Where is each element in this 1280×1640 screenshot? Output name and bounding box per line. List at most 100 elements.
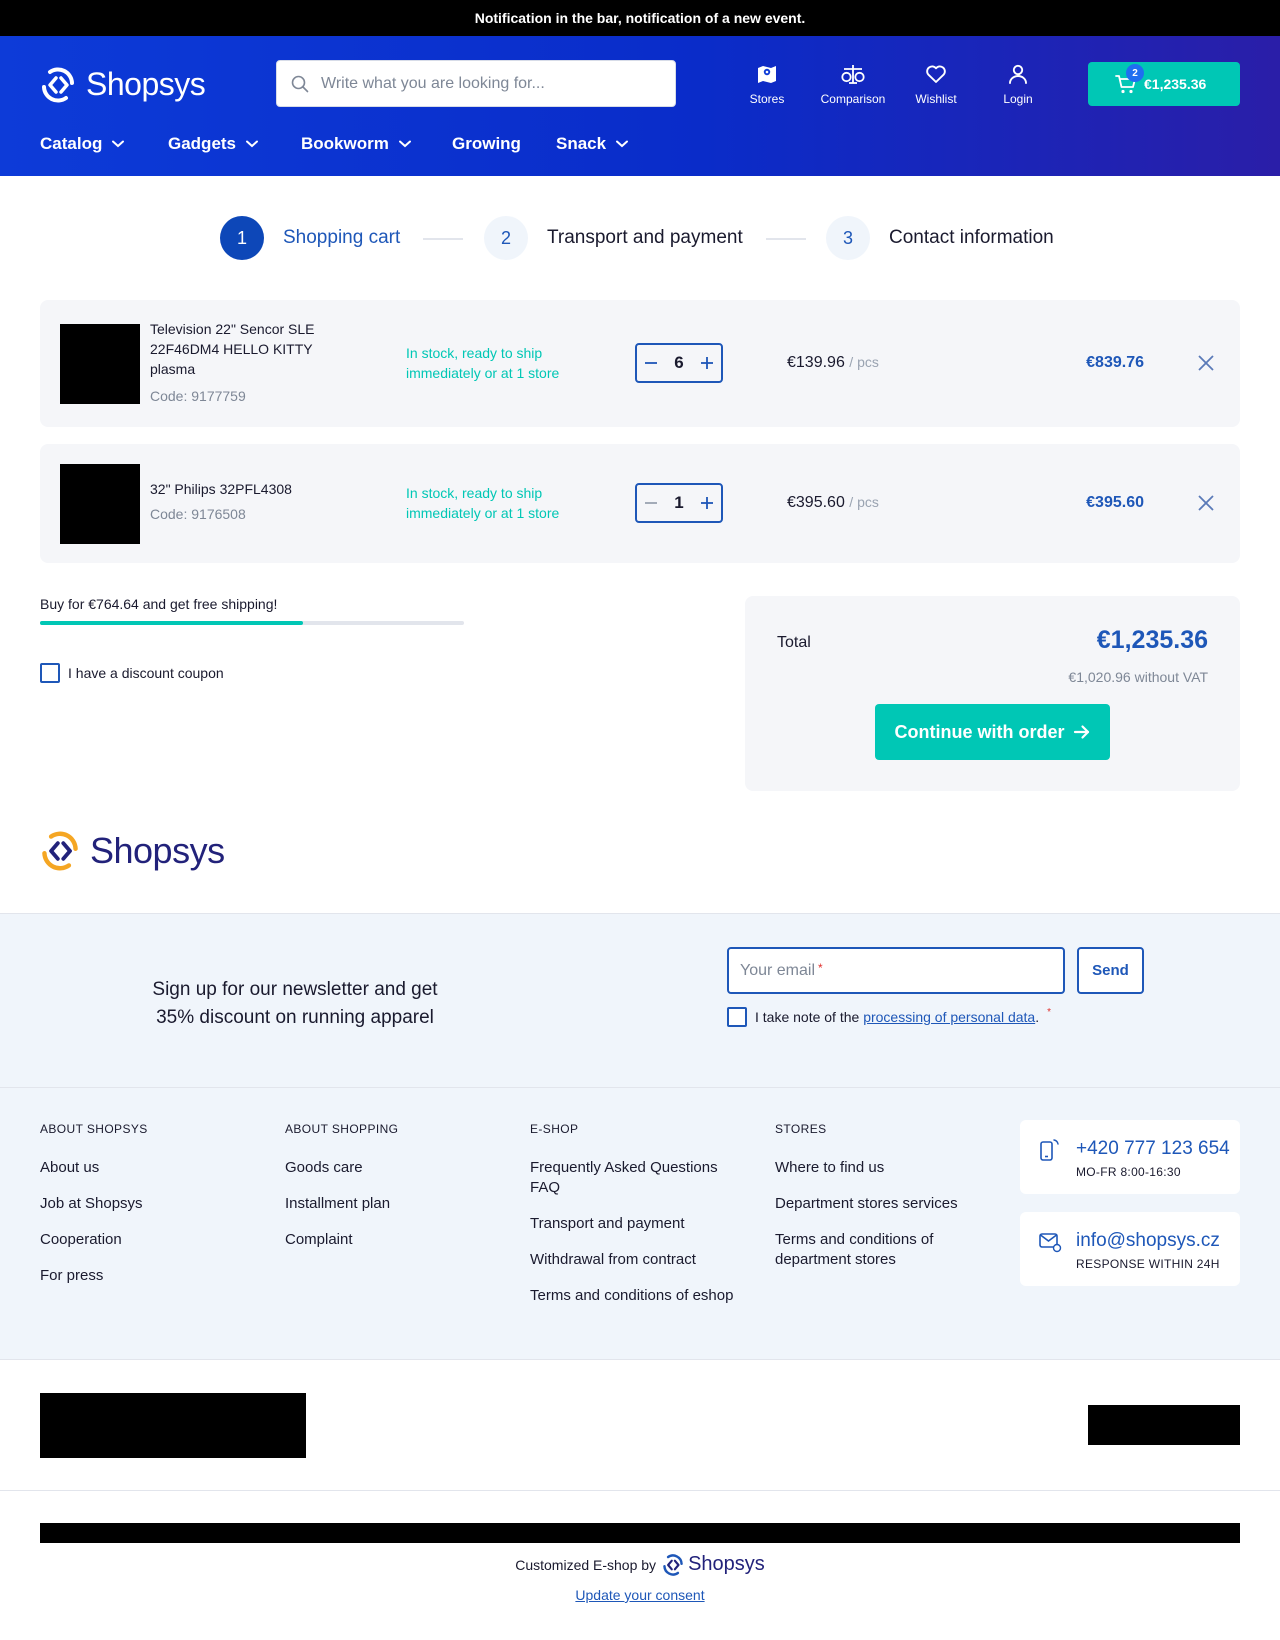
increase-button[interactable] [699, 495, 715, 511]
decrease-button[interactable] [643, 355, 659, 371]
stock-status: In stock, ready to ship immediately or a… [406, 485, 560, 521]
chevron-down-icon [616, 140, 629, 148]
step-3-number[interactable]: 3 [826, 216, 870, 260]
footer-link[interactable]: Terms and conditions of department store… [775, 1230, 985, 1270]
coupon-checkbox[interactable] [40, 663, 60, 683]
email-placeholder: Your email [740, 961, 816, 979]
continue-button[interactable]: Continue with order [875, 704, 1110, 760]
chevron-down-icon [246, 140, 259, 148]
credit-text: Customized E-shop by [515, 1556, 657, 1573]
nav-catalog[interactable]: Catalog [40, 134, 168, 154]
footer-link[interactable]: For press [40, 1266, 255, 1286]
nav-growing[interactable]: Growing [452, 134, 556, 154]
footer-link[interactable]: Where to find us [775, 1158, 985, 1178]
nav-gadgets-label: Gadgets [168, 134, 237, 153]
map-icon [758, 66, 776, 83]
consent-checkbox[interactable] [727, 1007, 747, 1027]
unit-price-value: €139.96 [787, 354, 845, 371]
stores-link[interactable]: Stores [740, 62, 794, 106]
site-header: Shopsys Stores Comparison Wishlist Login… [0, 36, 1280, 176]
total-without-vat: €1,020.96 without VAT [1068, 669, 1208, 685]
quantity-stepper[interactable]: 1 [635, 483, 723, 523]
footer-link[interactable]: Transport and payment [530, 1214, 735, 1234]
shopsys-logo-icon [42, 66, 74, 103]
search-input[interactable] [321, 74, 641, 93]
quantity-value[interactable]: 6 [674, 353, 683, 373]
chevron-down-icon [398, 140, 411, 148]
footer-link[interactable]: Withdrawal from contract [530, 1250, 735, 1270]
nav-bookworm[interactable]: Bookworm [301, 134, 452, 154]
footer-link[interactable]: Job at Shopsys [40, 1194, 255, 1214]
nav-snack[interactable]: Snack [556, 134, 656, 154]
certificate-image [1088, 1405, 1240, 1445]
footer-link[interactable]: Complaint [285, 1230, 500, 1250]
logo[interactable]: Shopsys [40, 66, 206, 103]
footer-link[interactable]: Terms and conditions of eshop [530, 1286, 735, 1306]
footer-link[interactable]: About us [40, 1158, 255, 1178]
increase-button[interactable] [699, 355, 715, 371]
wishlist-label: Wishlist [915, 92, 957, 106]
user-icon [1009, 64, 1027, 84]
login-link[interactable]: Login [993, 62, 1043, 106]
footer-column-shopping: ABOUT SHOPPING Goods care Installment pl… [285, 1122, 500, 1266]
login-label: Login [1003, 92, 1033, 106]
footer-logo[interactable]: Shopsys [40, 830, 225, 872]
nav-gadgets[interactable]: Gadgets [168, 134, 301, 154]
quantity-value[interactable]: 1 [674, 493, 683, 513]
product-name[interactable]: 32" Philips 32PFL4308 [150, 479, 350, 499]
product-image[interactable] [60, 324, 140, 404]
product-code: Code: 9177759 [150, 388, 246, 404]
update-consent-link[interactable]: Update your consent [0, 1587, 1280, 1603]
unit-price: €395.60 / pcs [787, 494, 879, 512]
free-shipping-progress-fill [40, 621, 303, 625]
footer-link[interactable]: Department stores services [775, 1194, 985, 1214]
newsletter-email-field[interactable]: Your email * [727, 947, 1065, 994]
step-divider [766, 238, 806, 240]
email-contact[interactable]: info@shopsys.cz RESPONSE WITHIN 24H [1020, 1212, 1240, 1286]
footer-link[interactable]: Goods care [285, 1158, 500, 1178]
payment-logos-band [0, 1359, 1280, 1491]
step-3-label[interactable]: Contact information [889, 227, 1054, 249]
step-2-number[interactable]: 2 [484, 216, 528, 260]
credit-brand[interactable]: Shopsys [662, 1553, 765, 1576]
footer-link[interactable]: Installment plan [285, 1194, 500, 1214]
wishlist-link[interactable]: Wishlist [906, 62, 966, 106]
remove-item-button[interactable] [1196, 353, 1216, 373]
privacy-link[interactable]: processing of personal data [863, 1009, 1035, 1025]
close-icon [1198, 495, 1214, 511]
search-box[interactable] [276, 60, 676, 107]
phone-number[interactable]: +420 777 123 654 [1076, 1138, 1230, 1160]
remove-item-button[interactable] [1196, 493, 1216, 513]
heart-icon [926, 65, 946, 83]
email-address[interactable]: info@shopsys.cz [1076, 1230, 1220, 1252]
scales-icon [841, 65, 865, 84]
shopsys-logo-icon [663, 1553, 683, 1576]
decrease-button[interactable] [643, 495, 659, 511]
copyright-strip-image [40, 1523, 1240, 1543]
shopsys-logo-icon [42, 831, 78, 871]
phone-contact[interactable]: +420 777 123 654 MO-FR 8:00-16:30 [1020, 1120, 1240, 1194]
discount-coupon-toggle[interactable]: I have a discount coupon [40, 663, 224, 683]
main-nav: Catalog Gadgets Bookworm Growing Snack [40, 134, 656, 154]
footer-link[interactable]: Frequently Asked Questions FAQ [530, 1158, 735, 1198]
quantity-stepper[interactable]: 6 [635, 343, 723, 383]
comparison-label: Comparison [820, 92, 886, 106]
step-1-number: 1 [220, 216, 264, 260]
step-1-label: Shopping cart [283, 227, 401, 248]
credit-line: Customized E-shop by Shopsys [0, 1553, 1280, 1576]
product-name[interactable]: Television 22" Sencor SLE 22F46DM4 HELLO… [150, 319, 350, 379]
comparison-link[interactable]: Comparison [808, 62, 898, 106]
cart-count-badge: 2 [1126, 64, 1144, 82]
cart-button[interactable]: 2 €1,235.36 [1088, 62, 1240, 106]
footer-column-title: ABOUT SHOPSYS [40, 1122, 148, 1136]
step-2-label[interactable]: Transport and payment [547, 227, 743, 249]
unit-label: / pcs [849, 494, 879, 510]
unit-price-value: €395.60 [787, 494, 845, 511]
nav-snack-label: Snack [556, 134, 607, 153]
footer-link[interactable]: Cooperation [40, 1230, 255, 1250]
continue-label: Continue with order [894, 721, 1065, 742]
cart-item: Television 22" Sencor SLE 22F46DM4 HELLO… [40, 300, 1240, 427]
nav-bookworm-label: Bookworm [301, 134, 389, 153]
product-image[interactable] [60, 464, 140, 544]
newsletter-send-button[interactable]: Send [1077, 947, 1144, 994]
